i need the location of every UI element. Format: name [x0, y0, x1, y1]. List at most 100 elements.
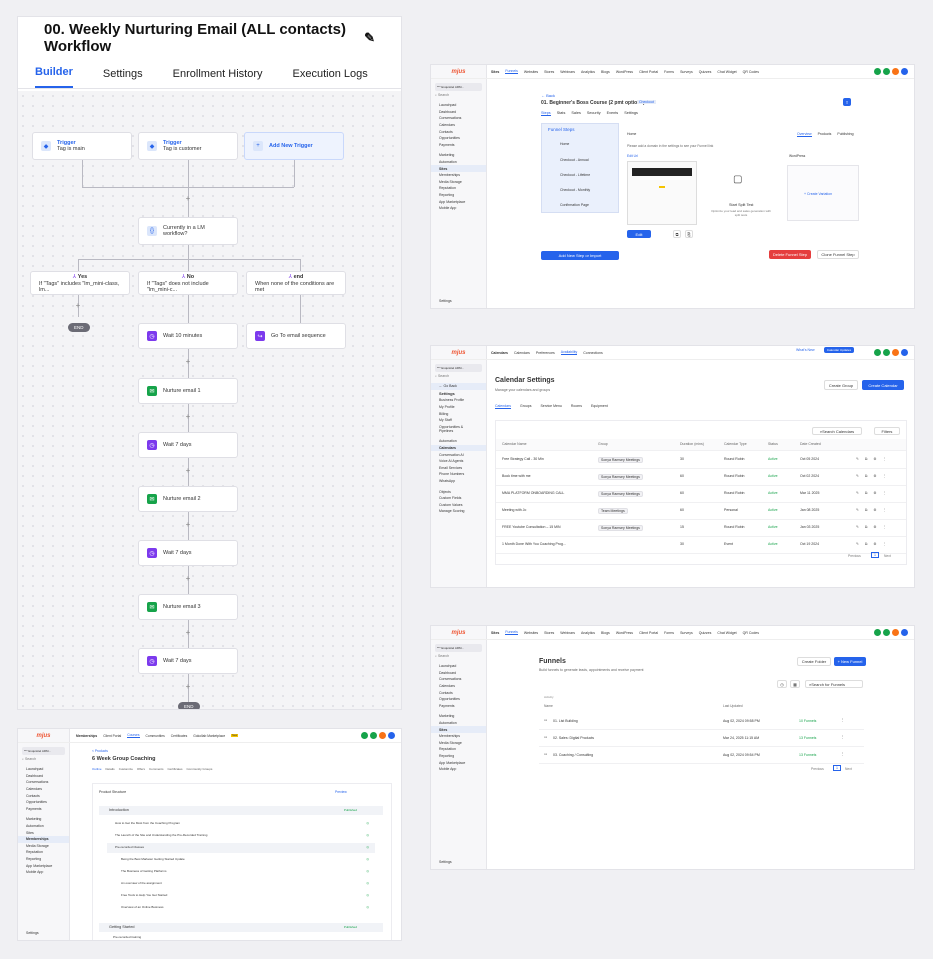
search-input[interactable]: ⌕ Search: [435, 374, 482, 381]
tab-details[interactable]: Details: [106, 767, 115, 771]
settings-item[interactable]: Calendars: [431, 444, 486, 452]
grid-view-button[interactable]: ▦: [790, 680, 800, 688]
table-row[interactable]: Meeting with Jo Team Meetings 60 Personal Ac…: [496, 503, 906, 520]
whats-new-link[interactable]: What's New: [796, 348, 815, 352]
wordpress-link[interactable]: WordPress: [789, 154, 805, 158]
nav-chat-widget[interactable]: Chat Widget: [717, 70, 736, 74]
previous-button[interactable]: Previous: [811, 767, 824, 771]
search-input[interactable]: ⌕ Search: [435, 654, 482, 661]
help-icon[interactable]: [901, 629, 908, 636]
nav-availability[interactable]: Availability: [560, 350, 578, 355]
branch-end-node[interactable]: ⅄ end When none of the conditions are me…: [246, 271, 346, 295]
sidebar-item[interactable]: Automation: [18, 823, 69, 830]
nav-marketplace[interactable]: Gokollab Marketplace: [193, 734, 225, 738]
settings-item[interactable]: Opportunities & Pipelines: [431, 424, 486, 435]
tab-service-menu[interactable]: Service Menu: [540, 404, 561, 409]
preview-link[interactable]: Preview: [335, 790, 347, 794]
nav-analytics[interactable]: Analytics: [581, 70, 595, 74]
branch-yes-node[interactable]: ⅄ Yes If "Tags" includes "lm_mini-class,…: [30, 271, 130, 295]
tab-security[interactable]: Security: [587, 111, 601, 116]
lesson-row[interactable]: Being the Best Marketer Getting Started …: [113, 855, 375, 865]
tab-outline[interactable]: Outline: [92, 767, 102, 771]
create-variation-link[interactable]: + Create Variation: [804, 192, 832, 196]
settings-item[interactable]: Manage Scoring: [431, 508, 486, 515]
clone-step-button[interactable]: Clone Funnel Step: [817, 250, 859, 259]
funnel-step[interactable]: Checkout - Lifetime: [560, 173, 590, 177]
account-switcher[interactable]: *** Exquisitel ARM...: [22, 747, 65, 755]
nav-courses[interactable]: Courses: [127, 733, 140, 738]
module-row[interactable]: Getting Started Published: [99, 923, 383, 932]
sidebar-item[interactable]: Opportunities: [18, 799, 69, 806]
phone-icon[interactable]: [361, 732, 368, 739]
settings-item[interactable]: My Staff: [431, 417, 486, 424]
tab-equipment[interactable]: Equipment: [591, 404, 608, 409]
account-switcher[interactable]: *** Exquisitel ARM...: [435, 644, 482, 652]
sidebar-item[interactable]: Marketing: [18, 816, 69, 823]
sidebar-item[interactable]: Reputation: [431, 185, 486, 192]
sidebar-item[interactable]: Media Storage: [431, 740, 486, 747]
tab-customize[interactable]: Customize: [119, 767, 133, 771]
nav-stores[interactable]: Stores: [544, 631, 554, 635]
sidebar-item[interactable]: Automation: [431, 159, 486, 166]
sidebar-item[interactable]: Sites: [431, 165, 486, 172]
calendar-search-input[interactable]: ⌕ Search Calendars: [812, 427, 862, 435]
sidebar-item[interactable]: Reputation: [431, 746, 486, 753]
sidebar-item[interactable]: Payments: [18, 806, 69, 813]
nav-connections[interactable]: Connections: [583, 351, 602, 355]
nav-quizzes[interactable]: Quizzes: [699, 631, 712, 635]
search-input[interactable]: ⌕ Search: [435, 93, 482, 100]
row-actions-icon[interactable]: ✎⧉⚙⋮: [856, 508, 892, 512]
nav-communities[interactable]: Communities: [146, 734, 165, 738]
settings-item[interactable]: My Profile: [431, 404, 486, 411]
tab-calendars[interactable]: Calendars: [495, 404, 511, 409]
lesson-row[interactable]: The Business of Getting Platforms ◎: [113, 867, 375, 877]
bell-icon[interactable]: [892, 349, 899, 356]
email-node[interactable]: ✉ Nurture email 3: [138, 594, 238, 620]
branch-no-node[interactable]: ⅄ No If "Tags" does not include "lm_mini…: [138, 271, 238, 295]
more-icon[interactable]: ⋮: [841, 752, 845, 756]
nav-qr-codes[interactable]: QR Codes: [743, 70, 759, 74]
share-button[interactable]: ⇪: [843, 98, 851, 106]
sidebar-item[interactable]: App Marketplace: [18, 862, 69, 869]
tab-enrollment-history[interactable]: Enrollment History: [173, 68, 263, 88]
nav-webinars[interactable]: Webinars: [560, 70, 575, 74]
sidebar-item[interactable]: Opportunities: [431, 696, 486, 703]
go-back-link[interactable]: ← Go Back: [431, 383, 486, 390]
sidebar-item[interactable]: Reputation: [18, 849, 69, 856]
sidebar-item[interactable]: App Marketplace: [431, 759, 486, 766]
sidebar-item[interactable]: Automation: [431, 720, 486, 727]
sidebar-item[interactable]: Launchpad: [18, 766, 69, 773]
sidebar-item[interactable]: Media Storage: [431, 179, 486, 186]
nav-webinars[interactable]: Webinars: [560, 631, 575, 635]
sidebar-item[interactable]: Marketing: [431, 152, 486, 159]
add-step-plus-icon[interactable]: +: [183, 194, 193, 203]
add-step-plus-icon[interactable]: +: [183, 682, 193, 691]
add-step-plus-icon[interactable]: +: [183, 520, 193, 529]
lesson-row[interactable]: Free Tools to Help You Get Started ◎: [113, 891, 375, 901]
tab-rooms[interactable]: Rooms: [571, 404, 582, 409]
table-row[interactable]: MMA PLATFORM ONBOARDING CALL Sonya Ramsey…: [496, 486, 906, 503]
nav-forms[interactable]: Forms: [664, 631, 674, 635]
row-actions-icon[interactable]: ✎⧉⚙⋮: [856, 491, 892, 495]
table-row[interactable]: ▭ 02. Sales: Digital Products Mar 24, 2025…: [539, 731, 864, 747]
nav-surveys[interactable]: Surveys: [680, 631, 693, 635]
tab-community-groups[interactable]: Community Groups: [187, 767, 213, 771]
settings-item[interactable]: Email Services: [431, 465, 486, 472]
settings-item[interactable]: Voice AI Agents: [431, 458, 486, 465]
create-folder-button[interactable]: Create Folder: [797, 657, 831, 666]
add-step-plus-icon[interactable]: +: [183, 357, 193, 366]
nav-surveys[interactable]: Surveys: [680, 70, 693, 74]
tab-groups[interactable]: Groups: [520, 404, 531, 409]
nav-blogs[interactable]: Blogs: [601, 70, 610, 74]
lesson-row[interactable]: Pre-recorded Classes ◎: [107, 843, 375, 853]
edit-url-link[interactable]: Edit Url: [627, 154, 638, 158]
settings-item[interactable]: Automation: [431, 438, 486, 445]
nav-calendars[interactable]: Calendars: [514, 351, 530, 355]
table-row[interactable]: Free Strategy Call - 30 Min Sonya Ramsey …: [496, 452, 906, 469]
sidebar-item[interactable]: Dashboard: [18, 773, 69, 780]
sidebar-item[interactable]: Dashboard: [431, 109, 486, 116]
wait-node[interactable]: ◷ Wait 10 minutes: [138, 323, 238, 349]
delete-step-button[interactable]: Delete Funnel Step: [769, 250, 811, 259]
sidebar-item[interactable]: Reporting: [431, 192, 486, 199]
sidebar-item[interactable]: Opportunities: [431, 135, 486, 142]
